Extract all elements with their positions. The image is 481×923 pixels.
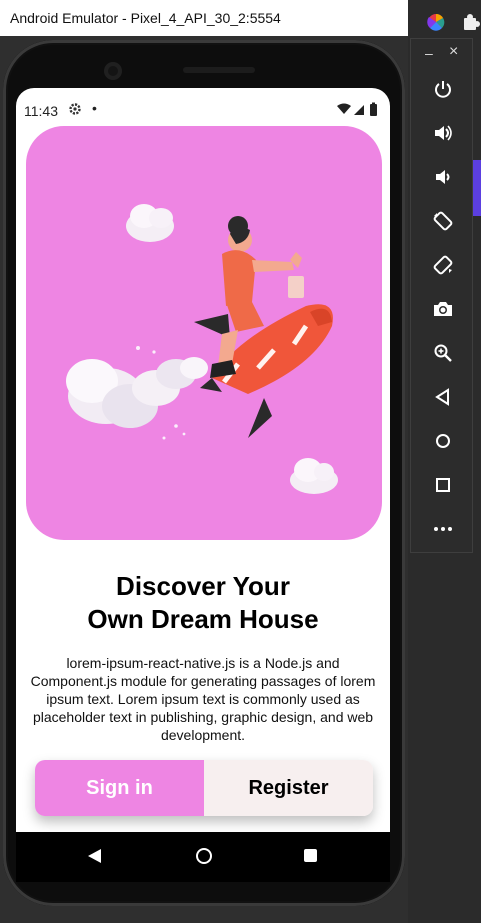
notification-dot: • <box>92 100 97 116</box>
toolbar-header: – × <box>411 39 474 69</box>
close-button[interactable]: × <box>449 43 458 61</box>
color-wheel-icon <box>427 13 445 31</box>
page-title: Discover Your Own Dream House <box>16 570 390 636</box>
device-screen: 11:43 • Discover Your Own Dream House lo… <box>16 88 390 832</box>
back-icon[interactable] <box>88 849 101 863</box>
register-button[interactable]: Register <box>204 760 373 816</box>
emulator-toolbar: – × <box>410 38 473 553</box>
back-icon[interactable] <box>411 375 474 419</box>
front-camera <box>104 62 122 80</box>
status-icons <box>336 102 382 119</box>
side-accent-bar <box>473 160 481 216</box>
home-icon[interactable] <box>411 419 474 463</box>
overview-icon[interactable] <box>411 463 474 507</box>
home-icon[interactable] <box>196 848 212 864</box>
rocket-girl-illustration <box>66 204 338 494</box>
earpiece-speaker <box>183 67 255 73</box>
rotate-left-icon[interactable] <box>411 199 474 243</box>
cloud-icon <box>290 458 338 494</box>
auth-button-group: Sign in Register <box>35 760 373 816</box>
recents-icon[interactable] <box>304 849 317 862</box>
zoom-icon[interactable] <box>411 331 474 375</box>
status-time: 11:43 <box>24 103 58 119</box>
smoke-cloud <box>66 357 208 428</box>
power-icon[interactable] <box>411 67 474 111</box>
wifi-icon <box>337 103 351 114</box>
title-line-1: Discover Your <box>116 571 290 601</box>
signal-icon <box>354 105 364 115</box>
description-text: lorem-ipsum-react-native.js is a Node.js… <box>30 655 376 743</box>
rotate-right-icon[interactable] <box>411 243 474 287</box>
signin-button[interactable]: Sign in <box>35 760 204 816</box>
minimize-button[interactable]: – <box>425 45 433 61</box>
emulator-window: Android Emulator - Pixel_4_API_30_2:5554… <box>0 0 408 923</box>
extensions-icon <box>464 14 480 30</box>
hero-illustration <box>26 126 382 540</box>
camera-icon[interactable] <box>411 287 474 331</box>
window-title: Android Emulator - Pixel_4_API_30_2:5554 <box>0 0 408 36</box>
cloud-icon <box>126 204 174 242</box>
settings-icon <box>68 102 82 119</box>
navigation-bar <box>16 832 390 882</box>
more-icon[interactable] <box>411 507 474 551</box>
volume-up-icon[interactable] <box>411 111 474 155</box>
title-line-2: Own Dream House <box>87 604 319 634</box>
window-extra-icons <box>420 8 481 36</box>
volume-down-icon[interactable] <box>411 155 474 199</box>
battery-icon <box>370 102 377 116</box>
